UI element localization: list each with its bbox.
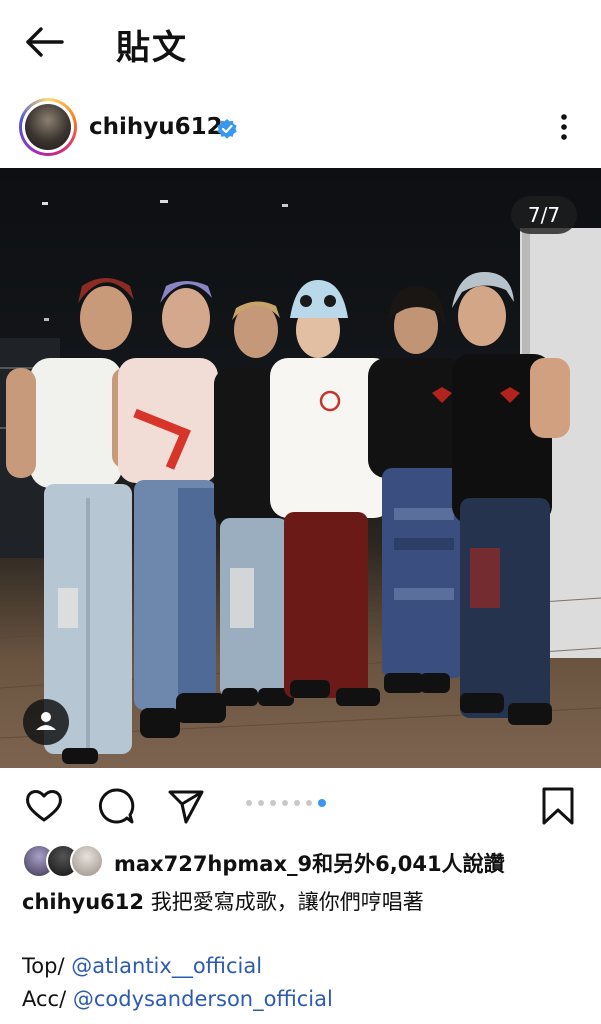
comment-icon[interactable]: [96, 786, 136, 826]
post-username[interactable]: chihyu612: [89, 114, 223, 140]
carousel-dot: [246, 800, 252, 806]
carousel-dot: [258, 800, 264, 806]
credit-line: Acc/ @codysanderson_official: [22, 987, 333, 1011]
more-options-icon[interactable]: [552, 110, 576, 144]
mention-link[interactable]: @codysanderson_official: [73, 987, 333, 1011]
slide-counter: 7/7: [511, 196, 577, 234]
bookmark-icon[interactable]: [538, 786, 578, 826]
avatar-image: [25, 104, 71, 150]
likes-summary: max727hpmax_9和另外6,041人說讚: [114, 848, 505, 878]
liker-avatar: [70, 844, 104, 878]
carousel-dot: [270, 800, 276, 806]
post-photo[interactable]: [0, 168, 601, 768]
likes-count-text: 和另外6,041人說讚: [312, 852, 505, 876]
back-arrow-icon[interactable]: [22, 24, 66, 60]
person-tag-icon: [36, 712, 56, 730]
caption: chihyu612 我把愛寫成歌，讓你們哼唱著: [22, 886, 424, 916]
likes-row[interactable]: max727hpmax_9和另外6,041人說讚: [0, 842, 601, 882]
avatar: [22, 101, 74, 153]
post-header: chihyu612: [0, 92, 601, 168]
credit-label: Acc/: [22, 987, 73, 1011]
credit-line: Top/ @atlantix__official: [22, 954, 262, 978]
carousel-dot: [294, 800, 300, 806]
liker-username[interactable]: max727hpmax_9: [114, 852, 312, 876]
send-icon[interactable]: [166, 786, 206, 826]
carousel-dot-active: [318, 799, 326, 807]
caption-text: 我把愛寫成歌，讓你們哼唱著: [144, 890, 424, 914]
page-title: 貼文: [116, 28, 188, 68]
verified-badge-icon: [217, 119, 237, 139]
carousel-dot: [282, 800, 288, 806]
mention-link[interactable]: @atlantix__official: [71, 954, 262, 978]
story-ring[interactable]: [19, 98, 77, 156]
carousel-dot: [306, 800, 312, 806]
photo-illustration: [0, 200, 601, 764]
action-bar: [0, 780, 601, 830]
top-bar: 貼文: [0, 0, 601, 86]
heart-icon[interactable]: [24, 786, 64, 826]
credit-label: Top/: [22, 954, 72, 978]
caption-username[interactable]: chihyu612: [22, 890, 144, 914]
tagged-people-button[interactable]: [23, 699, 69, 745]
